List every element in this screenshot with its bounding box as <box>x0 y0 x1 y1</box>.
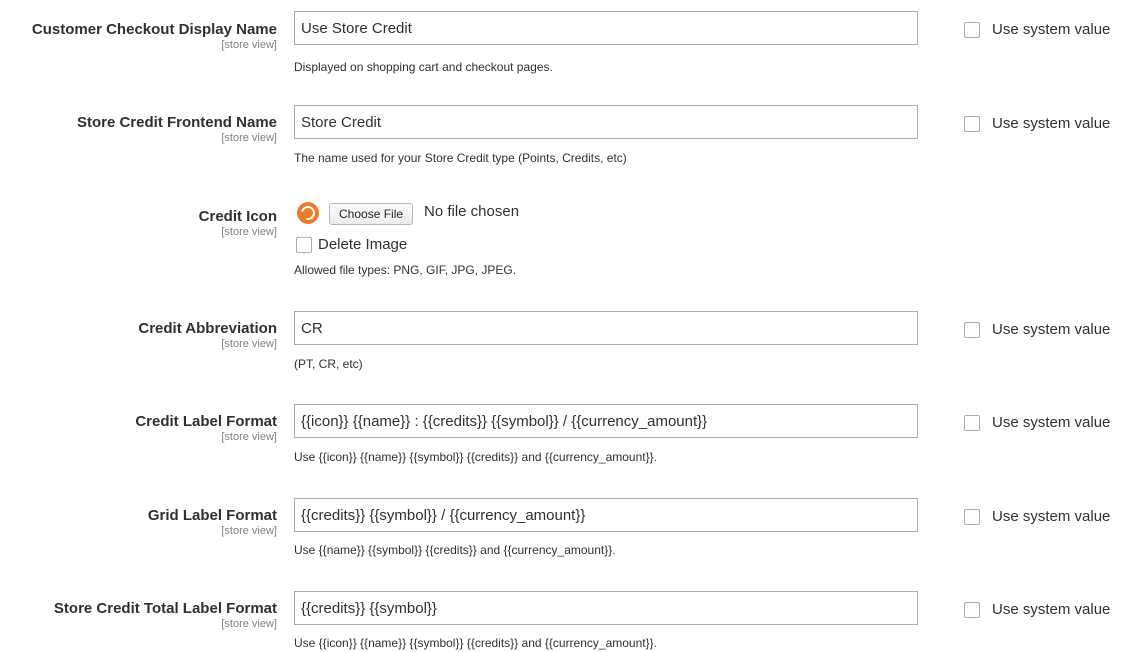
use-system-value-checkbox[interactable] <box>964 602 980 618</box>
field-label-group: Store Credit Total Label Format [store v… <box>0 600 277 631</box>
field-label: Credit Label Format <box>135 413 277 430</box>
field-label-group: Customer Checkout Display Name [store vi… <box>0 21 277 52</box>
delete-image-checkbox[interactable] <box>296 237 312 253</box>
field-note: Use {{icon}} {{name}} {{symbol}} {{credi… <box>294 450 657 464</box>
use-system-value-label: Use system value <box>992 414 1111 431</box>
field-label-group: Store Credit Frontend Name [store view] <box>0 114 277 145</box>
use-system-value-label: Use system value <box>992 321 1111 338</box>
use-system-value-checkbox[interactable] <box>964 509 980 525</box>
field-label-group: Grid Label Format [store view] <box>0 507 277 538</box>
credit-label-format-input[interactable] <box>294 404 918 438</box>
use-system-value-label: Use system value <box>992 508 1111 525</box>
use-system-value-option[interactable]: Use system value <box>964 414 1110 432</box>
delete-image-label: Delete Image <box>318 236 408 253</box>
field-label: Grid Label Format <box>147 507 277 524</box>
checkout-display-name-input[interactable] <box>294 11 918 45</box>
use-system-value-label: Use system value <box>992 115 1111 132</box>
scope-label: [store view] <box>221 618 277 630</box>
use-system-value-option[interactable]: Use system value <box>964 321 1110 339</box>
use-system-value-option[interactable]: Use system value <box>964 21 1110 39</box>
frontend-name-input[interactable] <box>294 105 918 139</box>
use-system-value-checkbox[interactable] <box>964 415 980 431</box>
scope-label: [store view] <box>221 431 277 443</box>
field-label-group: Credit Icon [store view] <box>0 208 277 239</box>
file-status-text: No file chosen <box>424 203 520 220</box>
field-label: Credit Abbreviation <box>138 320 277 337</box>
use-system-value-label: Use system value <box>992 21 1111 38</box>
field-label-group: Credit Label Format [store view] <box>0 413 277 444</box>
delete-image-option[interactable]: Delete Image <box>296 236 407 254</box>
field-note: The name used for your Store Credit type… <box>294 151 627 165</box>
field-note: Displayed on shopping cart and checkout … <box>294 60 553 74</box>
field-label: Store Credit Frontend Name <box>76 114 277 131</box>
field-note: Allowed file types: PNG, GIF, JPG, JPEG. <box>294 263 517 277</box>
use-system-value-checkbox[interactable] <box>964 116 980 132</box>
scope-label: [store view] <box>221 226 277 238</box>
total-label-format-input[interactable] <box>294 591 918 625</box>
use-system-value-checkbox[interactable] <box>964 322 980 338</box>
field-label: Customer Checkout Display Name <box>31 21 277 38</box>
scope-label: [store view] <box>221 39 277 51</box>
scope-label: [store view] <box>221 338 277 350</box>
grid-label-format-input[interactable] <box>294 498 918 532</box>
use-system-value-option[interactable]: Use system value <box>964 115 1110 133</box>
use-system-value-option[interactable]: Use system value <box>964 601 1110 619</box>
use-system-value-checkbox[interactable] <box>964 22 980 38</box>
field-label-group: Credit Abbreviation [store view] <box>0 320 277 351</box>
field-note: Use {{icon}} {{name}} {{symbol}} {{credi… <box>294 636 657 650</box>
choose-file-button[interactable]: Choose File <box>329 203 414 225</box>
field-note: (PT, CR, etc) <box>294 357 363 371</box>
use-system-value-option[interactable]: Use system value <box>964 508 1110 526</box>
field-note: Use {{name}} {{symbol}} {{credits}} and … <box>294 543 616 557</box>
use-system-value-label: Use system value <box>992 601 1111 618</box>
scope-label: [store view] <box>221 132 277 144</box>
credit-abbreviation-input[interactable] <box>294 311 918 345</box>
scope-label: [store view] <box>221 525 277 537</box>
field-label: Store Credit Total Label Format <box>53 600 277 617</box>
field-label: Credit Icon <box>198 208 277 225</box>
store-credit-icon <box>297 202 319 224</box>
